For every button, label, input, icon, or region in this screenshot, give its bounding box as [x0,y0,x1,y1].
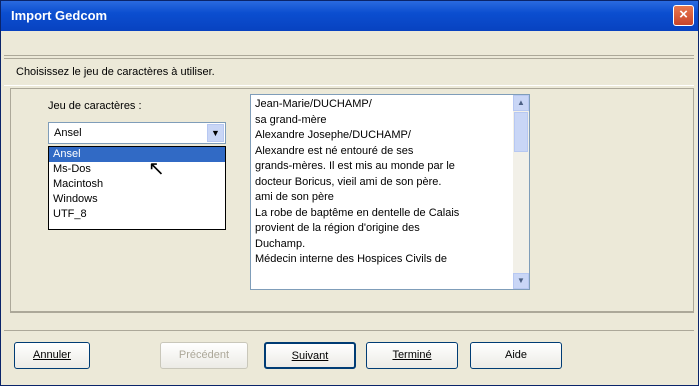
notes-line: grands-mères. Il est mis au monde par le [255,160,455,172]
status-bar [10,312,694,326]
mouse-pointer-icon: ↖ [148,158,165,180]
notes-line: Médecin interne des Hospices Civils de [255,253,447,265]
notes-line: docteur Boricus, vieil ami de son père. [255,175,442,188]
charset-option-windows[interactable]: Windows [49,192,225,207]
cancel-button[interactable]: Annuler [14,342,90,369]
window-title: Import Gedcom [11,8,108,23]
notes-line: Alexandre est né entouré de ses [255,144,414,157]
notes-scrollbar[interactable]: ▲ ▼ [513,95,529,289]
charset-dropdown-list[interactable]: Ansel Ms-Dos Macintosh Windows UTF_8 [48,146,226,230]
instruction-text: Choisissez le jeu de caractères à utilis… [16,66,215,78]
finish-button-label: Terminé [392,349,432,361]
scroll-up-icon[interactable]: ▲ [513,95,529,111]
scroll-down-icon[interactable]: ▼ [513,273,529,289]
previous-button-label: Précédent [178,349,230,361]
title-bar[interactable]: Import Gedcom × [1,1,698,31]
previous-button[interactable]: Précédent [160,342,248,369]
notes-line: Alexandre Josephe/DUCHAMP/ [255,129,411,141]
charset-option-msdos[interactable]: Ms-Dos [49,162,225,177]
notes-line: Duchamp. [255,237,306,250]
cancel-button-label: Annuler [33,349,71,361]
charset-label: Jeu de caractères : [48,100,142,112]
help-button[interactable]: Aide [470,342,562,369]
charset-selected-value: Ansel [54,127,82,139]
charset-option-ansel[interactable]: Ansel [49,147,225,162]
close-icon: × [679,6,688,23]
notes-line: ami de son père [255,191,334,203]
notes-line: sa grand-mère [255,113,327,126]
charset-combobox[interactable]: Ansel ▼ [48,122,226,144]
charset-option-macintosh[interactable]: Macintosh [49,177,225,192]
notes-line: Jean-Marie/DUCHAMP/ [255,98,372,110]
next-button-label: Suivant [291,350,329,362]
scroll-thumb[interactable] [514,112,528,152]
header-strip [4,32,694,56]
notes-content: Jean-Marie/DUCHAMP/ sa grand-mère Alexan… [255,97,513,268]
notes-line: provient de la région d'origine des [255,222,420,234]
chevron-down-icon[interactable]: ▼ [207,124,224,142]
finish-button[interactable]: Terminé [366,342,458,369]
close-button[interactable]: × [673,5,694,26]
next-button[interactable]: Suivant [264,342,356,369]
notes-line: La robe de baptême en dentelle de Calais [255,206,460,219]
notes-textarea[interactable]: Jean-Marie/DUCHAMP/ sa grand-mère Alexan… [250,94,530,290]
charset-option-utf8[interactable]: UTF_8 [49,207,225,222]
help-button-label: Aide [504,349,528,361]
